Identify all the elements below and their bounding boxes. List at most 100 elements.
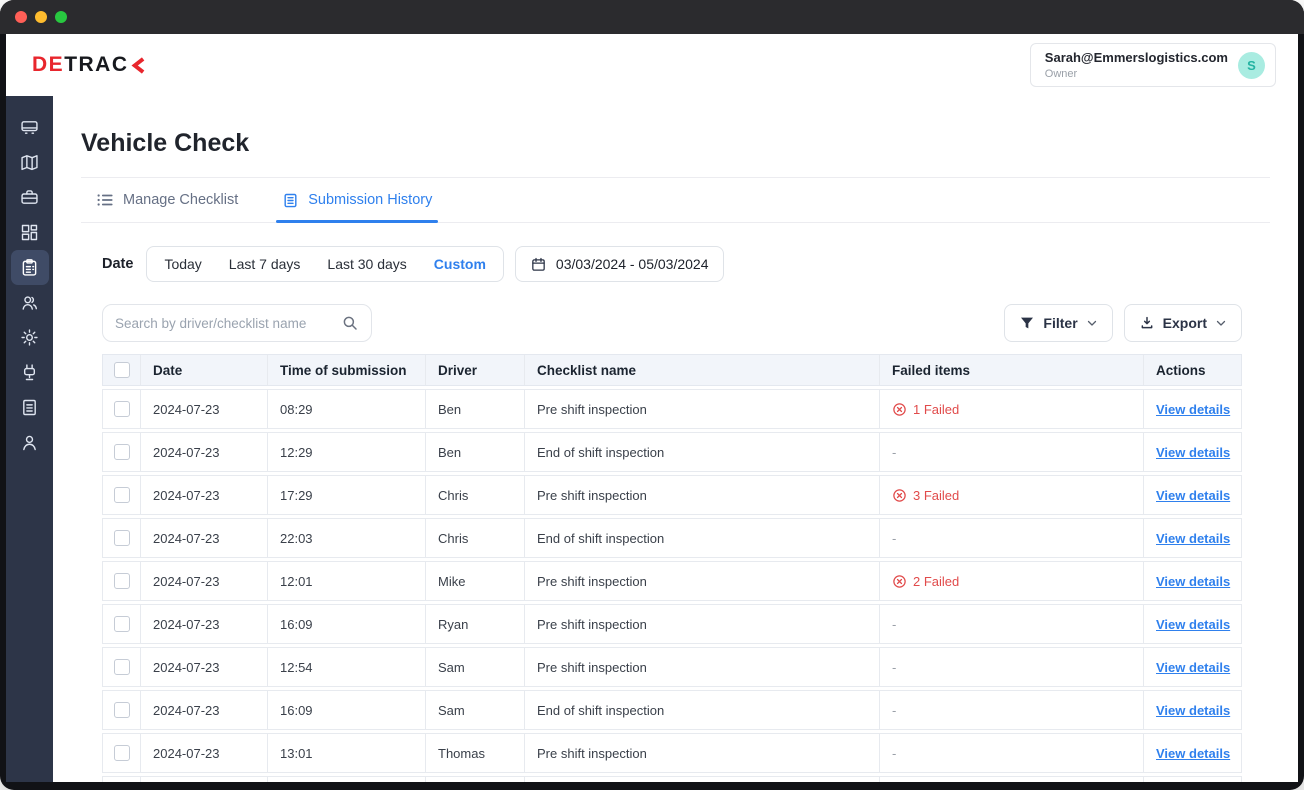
date-filter-label: Date [102, 256, 134, 272]
checklist-cell: Pre shift inspection [524, 734, 879, 772]
maximize-window-button[interactable] [55, 11, 67, 23]
select-all-cell [103, 355, 140, 385]
sidebar-item-reports[interactable] [11, 390, 49, 425]
failed-items-cell: 3 Failed [879, 476, 1143, 514]
calendar-icon [532, 257, 545, 271]
view-details-link[interactable]: View details [1156, 703, 1230, 718]
time-cell: 08:29 [267, 390, 425, 428]
export-button[interactable]: Export [1123, 304, 1242, 342]
view-details-link[interactable]: View details [1156, 531, 1230, 546]
view-details-link[interactable]: View details [1156, 488, 1230, 503]
date-range-picker[interactable]: 03/03/2024 - 05/03/2024 [514, 246, 724, 282]
range-last-30-days[interactable]: Last 30 days [327, 256, 406, 272]
minimize-window-button[interactable] [35, 11, 47, 23]
search-icon [343, 316, 357, 330]
row-checkbox[interactable] [113, 487, 130, 503]
time-cell: 17:29 [267, 476, 425, 514]
failed-items-cell: - [879, 433, 1143, 471]
page-title: Vehicle Check [81, 129, 250, 157]
circle-x-icon [893, 574, 906, 588]
checklist-cell: Pre shift inspection [524, 605, 879, 643]
checklist-icon [22, 259, 37, 276]
chevron-down-icon [1216, 320, 1226, 326]
sidebar-item-map[interactable] [11, 145, 49, 180]
tab-submission-history[interactable]: Submission History [276, 178, 439, 223]
row-checkbox[interactable] [113, 573, 130, 589]
view-details-link[interactable]: View details [1156, 617, 1230, 632]
row-checkbox[interactable] [113, 401, 130, 417]
view-details-link[interactable]: View details [1156, 445, 1230, 460]
sidebar-item-vehicle-check[interactable] [10, 250, 49, 285]
view-details-link[interactable]: View details [1156, 660, 1230, 675]
row-checkbox[interactable] [113, 745, 130, 761]
sidebar-item-integrations[interactable] [11, 355, 49, 390]
date-cell: 2024-07-23 [140, 605, 267, 643]
time-cell: 22:03 [267, 519, 425, 557]
failed-badge: 1 Failed [892, 402, 959, 417]
failed-count-label: 1 Failed [913, 401, 960, 417]
time-cell: 16:09 [267, 691, 425, 729]
view-details-link[interactable]: View details [1156, 402, 1230, 417]
tab-manage-checklist[interactable]: Manage Checklist [96, 178, 238, 222]
row-checkbox[interactable] [113, 444, 130, 460]
range-last-7-days[interactable]: Last 7 days [229, 256, 301, 272]
date-range-value: 03/03/2024 - 05/03/2024 [555, 256, 709, 272]
column-header-failed: Failed items [879, 355, 1143, 385]
driver-cell: Thomas [425, 734, 524, 772]
no-failed-placeholder: - [892, 702, 897, 718]
date-range-presets: Today Last 7 days Last 30 days Custom [146, 246, 504, 282]
filters-section: Date Today Last 7 days Last 30 days Cust… [81, 246, 1270, 782]
failed-items-cell: - [879, 734, 1143, 772]
row-checkbox[interactable] [113, 659, 130, 675]
table-row: 2024-07-23 13:01 Thomas Pre shift inspectio… [102, 733, 1242, 773]
row-checkbox[interactable] [113, 702, 130, 718]
column-header-actions: Actions [1143, 355, 1243, 385]
column-header-driver: Driver [425, 355, 524, 385]
row-select-cell [103, 562, 140, 600]
filter-button[interactable]: Filter [1004, 304, 1113, 342]
driver-cell: Ben [425, 390, 524, 428]
date-cell: 2024-07-23 [140, 734, 267, 772]
no-failed-placeholder: - [892, 530, 897, 546]
filter-button-label: Filter [1043, 315, 1078, 331]
sidebar-item-profile[interactable] [11, 425, 49, 460]
truck-icon [21, 121, 38, 134]
table-row [102, 776, 1242, 782]
sidebar-item-jobs[interactable] [11, 180, 49, 215]
time-cell: 16:09 [267, 605, 425, 643]
view-details-link[interactable]: View details [1156, 746, 1230, 761]
sidebar-item-vehicles[interactable] [11, 110, 49, 145]
date-cell: 2024-07-23 [140, 519, 267, 557]
row-checkbox[interactable] [113, 616, 130, 632]
date-cell: 2024-07-23 [140, 433, 267, 471]
document-icon [23, 399, 36, 416]
date-cell: 2024-07-23 [140, 390, 267, 428]
table-row: 2024-07-23 12:01 Mike Pre shift inspection 2… [102, 561, 1242, 601]
failed-items-cell: - [879, 519, 1143, 557]
actions-cell [1143, 777, 1243, 782]
search-toolbar-row: Filter Export [102, 304, 1242, 342]
sidebar-item-settings[interactable] [11, 320, 49, 355]
funnel-icon [1021, 317, 1034, 329]
row-select-cell [103, 390, 140, 428]
account-menu[interactable]: Sarah@Emmerslogistics.com Owner S [1029, 43, 1276, 87]
account-info: Sarah@Emmerslogistics.com Owner [1045, 50, 1228, 80]
range-today[interactable]: Today [164, 256, 201, 272]
select-all-checkbox[interactable] [113, 362, 130, 378]
row-checkbox[interactable] [113, 530, 130, 546]
no-failed-placeholder: - [892, 444, 897, 460]
sidebar-item-dashboard[interactable] [11, 215, 49, 250]
close-window-button[interactable] [15, 11, 27, 23]
view-details-link[interactable]: View details [1156, 574, 1230, 589]
account-role: Owner [1044, 68, 1078, 80]
settings-icon [21, 329, 38, 346]
app-body: Vehicle Check Manage Checklist Submissio… [6, 96, 1298, 782]
sidebar-item-drivers[interactable] [11, 285, 49, 320]
checklist-cell: Pre shift inspection [524, 390, 879, 428]
table-row: 2024-07-23 16:09 Ryan Pre shift inspection -… [102, 604, 1242, 644]
checklist-cell: End of shift inspection [524, 433, 879, 471]
search-input[interactable] [115, 315, 333, 331]
range-custom[interactable]: Custom [434, 256, 486, 272]
row-select-cell [103, 777, 140, 782]
actions-cell: View details [1143, 648, 1243, 686]
